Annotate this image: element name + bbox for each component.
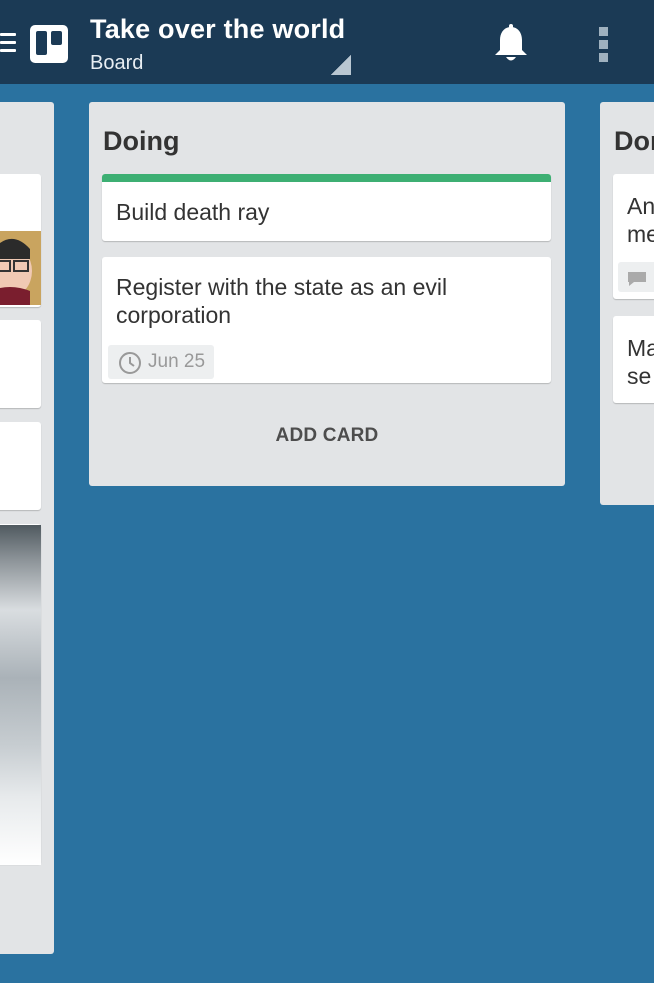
list-item[interactable]: [0, 320, 41, 408]
menu-icon[interactable]: [0, 33, 16, 55]
board-page: Take over the world Board Doing Build de…: [0, 0, 654, 983]
card-title: Build death ray: [116, 199, 270, 225]
list-item[interactable]: Ma se: [613, 316, 654, 403]
list-title[interactable]: Don: [614, 126, 654, 157]
add-card-button[interactable]: ADD CARD: [89, 425, 565, 459]
list-title[interactable]: Doing: [103, 126, 179, 157]
list-item[interactable]: An me: [613, 174, 654, 299]
card-build-death-ray[interactable]: Build death ray: [102, 174, 551, 241]
card-register-corporation[interactable]: Register with the state as an evil corpo…: [102, 257, 551, 383]
comment-badge: [618, 262, 654, 292]
card-title: An me: [627, 193, 654, 247]
label-green: [102, 174, 551, 182]
list-done-partial: Don An me Ma se: [600, 102, 654, 505]
app-bar: Take over the world Board: [0, 0, 654, 84]
list-item[interactable]: [0, 422, 41, 510]
clock-icon: [119, 352, 141, 374]
due-date-badge: Jun 25: [108, 345, 214, 379]
due-date-text: Jun 25: [148, 351, 206, 372]
board-title[interactable]: Take over the world: [90, 14, 345, 45]
dropdown-icon[interactable]: [331, 55, 351, 75]
board-subtitle: Board: [90, 52, 144, 74]
card-cover-image: [0, 525, 41, 865]
overflow-menu-icon[interactable]: [599, 27, 611, 63]
card-title: Ma se: [627, 335, 654, 389]
card-title: Register with the state as an evil corpo…: [116, 274, 448, 328]
trello-logo-icon: [30, 25, 68, 63]
comment-icon: [628, 272, 646, 286]
avatar: [0, 231, 41, 305]
bell-icon[interactable]: [492, 24, 530, 64]
